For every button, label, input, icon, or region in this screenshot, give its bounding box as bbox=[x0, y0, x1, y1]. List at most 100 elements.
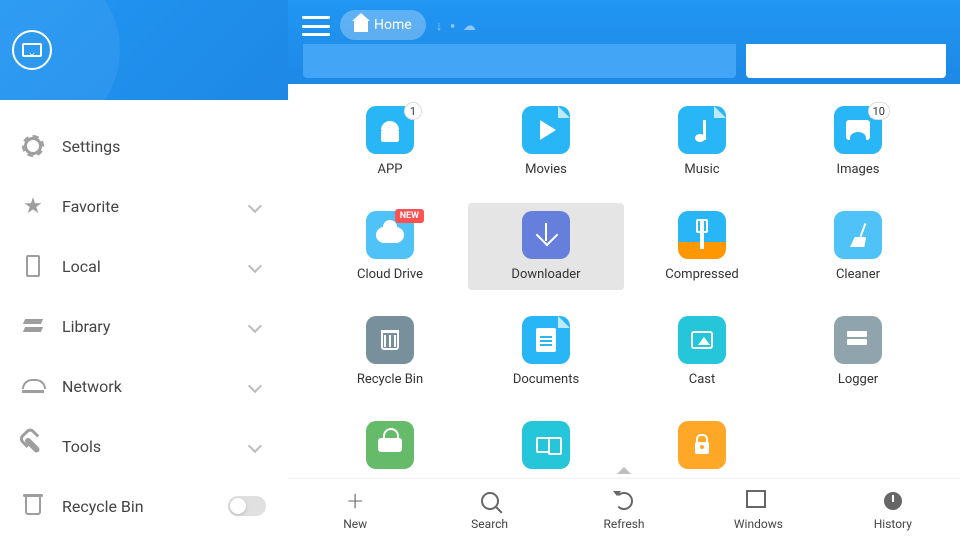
sidebar-item-network[interactable]: Network bbox=[0, 356, 288, 416]
tile-encrypted[interactable]: Encrypted bbox=[624, 413, 780, 478]
cast-icon bbox=[678, 316, 726, 364]
breadcrumb-home[interactable]: Home bbox=[340, 10, 426, 40]
recycle-icon bbox=[366, 316, 414, 364]
tile-label: Music bbox=[684, 162, 719, 177]
tile-label: Cast bbox=[689, 372, 716, 387]
category-grid: 1 APP Movies Music 10 Images NEW Cl bbox=[312, 98, 936, 478]
sidebar-item-label: Tools bbox=[62, 437, 250, 456]
gear-icon bbox=[22, 135, 44, 157]
cloud-icon: NEW bbox=[366, 211, 414, 259]
windows-icon bbox=[746, 489, 770, 513]
tile-label: Encrypted bbox=[673, 477, 731, 478]
tile-label: Recycle Bin bbox=[357, 372, 423, 387]
sidebar-item-local[interactable]: Local bbox=[0, 236, 288, 296]
phone-icon bbox=[22, 255, 44, 277]
history-button[interactable]: History bbox=[826, 479, 960, 540]
tile-downloader[interactable]: Downloader bbox=[468, 203, 624, 290]
tile-documents[interactable]: Documents bbox=[468, 308, 624, 395]
wrench-icon bbox=[22, 435, 44, 457]
tile-cleaner[interactable]: Cleaner bbox=[780, 203, 936, 290]
refresh-icon bbox=[612, 489, 636, 513]
mail-icon[interactable] bbox=[12, 30, 52, 70]
sidebar-header bbox=[0, 0, 288, 100]
compressed-icon bbox=[678, 211, 726, 259]
sidebar-item-library[interactable]: Library bbox=[0, 296, 288, 356]
logger-icon bbox=[834, 316, 882, 364]
toolbar-label: Windows bbox=[734, 517, 783, 531]
search-button[interactable]: Search bbox=[422, 479, 556, 540]
promo-banner bbox=[303, 44, 946, 78]
search-icon bbox=[478, 489, 502, 513]
tile-music[interactable]: Music bbox=[624, 98, 780, 185]
chevron-down-icon bbox=[248, 319, 262, 333]
tile-label: Cleaner bbox=[836, 267, 880, 282]
app-icon: 1 bbox=[366, 106, 414, 154]
breadcrumb-extras: ↓ ▪ ☁ bbox=[436, 18, 476, 34]
sidebar-item-label: Recycle Bin bbox=[62, 497, 228, 516]
chevron-down-icon bbox=[248, 259, 262, 273]
tile-compressed[interactable]: Compressed bbox=[624, 203, 780, 290]
breadcrumb-label: Home bbox=[374, 17, 412, 33]
cleaner-icon bbox=[834, 211, 882, 259]
documents-icon bbox=[522, 316, 570, 364]
menu-icon[interactable] bbox=[302, 16, 330, 36]
star-icon: ★ bbox=[22, 195, 44, 217]
movies-icon bbox=[522, 106, 570, 154]
tile-view-on-pc[interactable]: View on PC bbox=[468, 413, 624, 478]
sidebar-item-label: Settings bbox=[62, 137, 266, 156]
count-badge: 10 bbox=[868, 102, 890, 120]
tile-label: APP bbox=[378, 162, 403, 177]
tile-movies[interactable]: Movies bbox=[468, 98, 624, 185]
tile-recycle-bin[interactable]: Recycle Bin bbox=[312, 308, 468, 395]
banner-right[interactable] bbox=[746, 44, 946, 78]
tile-logger[interactable]: Logger bbox=[780, 308, 936, 395]
recycle-bin-toggle[interactable] bbox=[228, 496, 266, 516]
toolbar-label: Search bbox=[471, 517, 508, 531]
toolbar-label: New bbox=[343, 517, 367, 531]
download-icon bbox=[522, 211, 570, 259]
tile-label: Compressed bbox=[665, 267, 738, 282]
toolbar-label: Refresh bbox=[603, 517, 644, 531]
trash-icon bbox=[22, 495, 44, 517]
chevron-down-icon bbox=[248, 439, 262, 453]
tile-label: Movies bbox=[525, 162, 567, 177]
sidebar-item-label: Local bbox=[62, 257, 250, 276]
tile-label: Documents bbox=[513, 372, 579, 387]
tile-cloud-drive[interactable]: NEW Cloud Drive bbox=[312, 203, 468, 290]
clock-icon bbox=[881, 489, 905, 513]
tile-label: Downloader bbox=[511, 267, 580, 282]
sidebar-item-favorite[interactable]: ★ Favorite bbox=[0, 176, 288, 236]
collapse-caret-icon[interactable] bbox=[617, 467, 631, 474]
sidebar-item-recycle-bin[interactable]: Recycle Bin bbox=[0, 476, 288, 536]
sidebar-item-label: Library bbox=[62, 317, 250, 336]
network-icon bbox=[366, 421, 414, 469]
bottom-toolbar: + New Search Refresh Windows History bbox=[288, 478, 960, 540]
sidebar-item-tools[interactable]: Tools bbox=[0, 416, 288, 476]
tile-label: Cloud Drive bbox=[357, 267, 423, 282]
tile-label: View on PC bbox=[513, 477, 579, 478]
main: Home ↓ ▪ ☁ 1 APP Movies bbox=[288, 0, 960, 540]
tile-cast[interactable]: Cast bbox=[624, 308, 780, 395]
sidebar-item-label: Favorite bbox=[62, 197, 250, 216]
layers-icon bbox=[22, 315, 44, 337]
router-icon bbox=[22, 375, 44, 397]
tile-network[interactable]: Network bbox=[312, 413, 468, 478]
cloud-indicator-icon: ☁ bbox=[463, 19, 476, 34]
windows-button[interactable]: Windows bbox=[691, 479, 825, 540]
home-icon bbox=[354, 20, 368, 32]
tile-label: Images bbox=[837, 162, 880, 177]
refresh-button[interactable]: Refresh bbox=[557, 479, 691, 540]
download-indicator-icon: ↓ bbox=[436, 18, 443, 34]
sidebar: Settings ★ Favorite Local Library Networ… bbox=[0, 0, 288, 540]
content-grid-wrap: 1 APP Movies Music 10 Images NEW Cl bbox=[288, 84, 960, 478]
new-button[interactable]: + New bbox=[288, 479, 422, 540]
tile-label: Logger bbox=[838, 372, 878, 387]
tile-app[interactable]: 1 APP bbox=[312, 98, 468, 185]
count-badge: 1 bbox=[404, 102, 422, 120]
window-indicator-icon: ▪ bbox=[450, 18, 455, 34]
lock-icon bbox=[678, 421, 726, 469]
toolbar-label: History bbox=[874, 517, 912, 531]
tile-images[interactable]: 10 Images bbox=[780, 98, 936, 185]
sidebar-item-settings[interactable]: Settings bbox=[0, 116, 288, 176]
banner-left[interactable] bbox=[303, 44, 736, 78]
